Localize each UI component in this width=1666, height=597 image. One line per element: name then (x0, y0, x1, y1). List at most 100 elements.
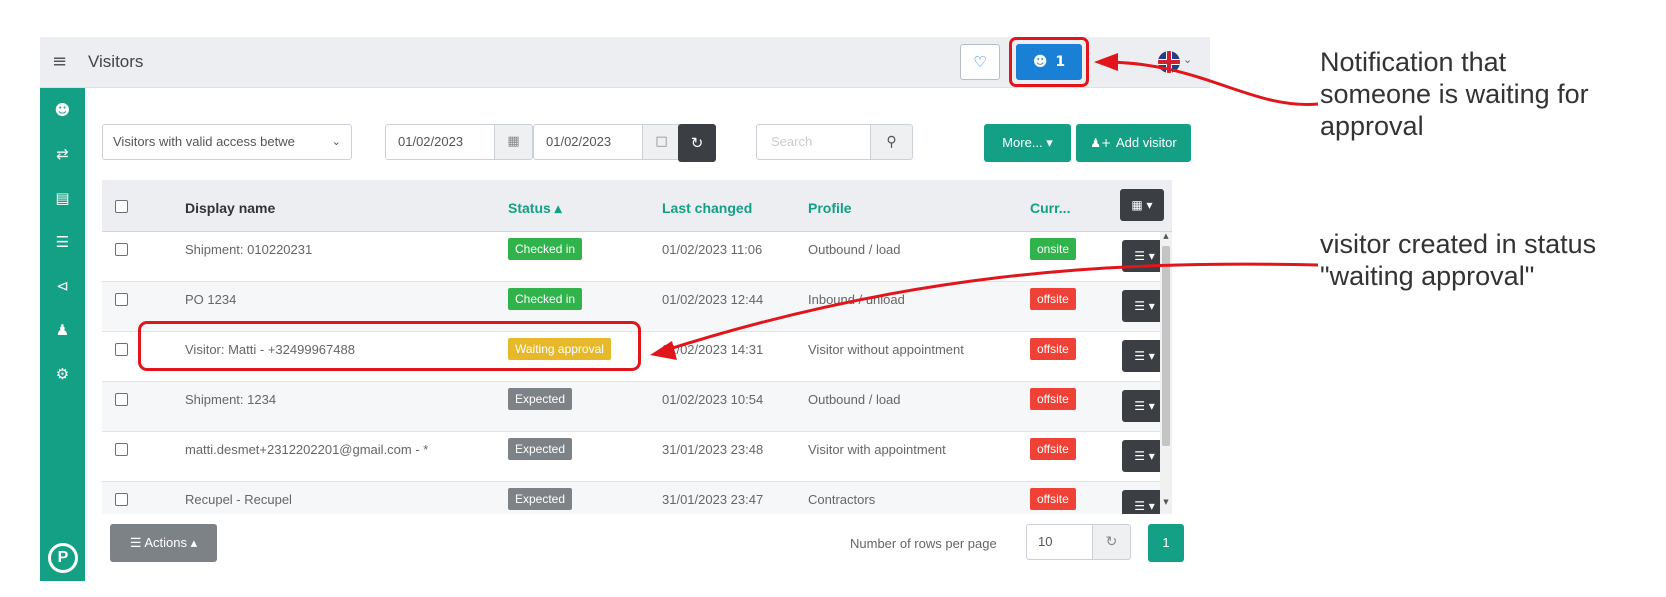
status-badge: Checked in (508, 238, 583, 260)
bell-icon: ♡ (973, 53, 987, 71)
refresh-icon: ↻ (690, 134, 704, 152)
rows-per-page-label: Number of rows per page (850, 536, 997, 551)
row-checkbox[interactable] (115, 493, 128, 506)
sidebar: ☻ ⇄ ▤ ☰ ⊲ ♟ ⚙ P (40, 88, 85, 581)
list-icon: ☰ ▾ (1134, 249, 1155, 263)
select-all-checkbox[interactable] (115, 200, 128, 213)
row-checkbox[interactable] (115, 243, 128, 256)
status-badge: Expected (508, 438, 573, 460)
chevron-down-icon[interactable]: ⌄ (1183, 53, 1192, 66)
gears-icon[interactable]: ⚙ (40, 352, 85, 396)
hamburger-icon[interactable]: ≡ (52, 51, 67, 72)
row-checkbox[interactable] (115, 443, 128, 456)
add-user-icon: ♟+ (1090, 136, 1112, 150)
annotation-line: visitor created in status (1320, 229, 1597, 259)
uk-flag-icon[interactable] (1158, 51, 1180, 73)
table-scrollbar[interactable]: ▲ ▼ (1160, 232, 1172, 514)
profile: Outbound / load (808, 242, 901, 257)
presence-badge: offsite (1030, 288, 1076, 310)
annotation-line: someone is waiting for (1320, 79, 1589, 109)
presence-badge: onsite (1030, 238, 1077, 260)
col-profile[interactable]: Profile (808, 200, 852, 216)
display-name[interactable]: Shipment: 1234 (185, 392, 276, 407)
last-changed: 01/02/2023 12:44 (662, 292, 764, 307)
col-last-changed[interactable]: Last changed (662, 200, 752, 216)
presence-badge: offsite (1030, 488, 1076, 510)
refresh-icon[interactable]: ↻ (1093, 524, 1131, 560)
display-name[interactable]: Shipment: 010220231 (185, 242, 312, 257)
row-checkbox[interactable] (115, 343, 128, 356)
notifications-button[interactable]: ♡ (960, 44, 1000, 80)
profile: Inbound / unload (808, 292, 905, 307)
status-badge: Expected (508, 488, 573, 510)
truck-icon[interactable]: ▤ (40, 176, 85, 220)
list-icon: ☰ ▾ (1134, 349, 1155, 363)
scroll-up-icon[interactable]: ▲ (1160, 232, 1172, 244)
exchange-icon[interactable]: ⇄ (40, 132, 85, 176)
actions-button[interactable]: ☰ Actions ▴ (110, 524, 217, 562)
col-display-name[interactable]: Display name (185, 200, 275, 216)
last-changed: 31/01/2023 23:47 (662, 492, 764, 507)
presence-badge: offsite (1030, 388, 1076, 410)
users-icon[interactable]: ☻ (40, 88, 85, 132)
last-changed: 01/02/2023 10:54 (662, 392, 764, 407)
scroll-thumb[interactable] (1162, 246, 1170, 446)
chevron-down-icon: ⌄ (331, 135, 341, 148)
status-annotation: visitor created in status "waiting appro… (1320, 228, 1596, 292)
share-icon[interactable]: ⊲ (40, 264, 85, 308)
annotation-line: approval (1320, 111, 1424, 141)
calendar-icon[interactable]: □ (643, 124, 681, 160)
page-title: Visitors (88, 52, 144, 71)
notification-highlight (1009, 37, 1089, 87)
rows-per-page-input[interactable]: 10 (1026, 524, 1093, 560)
presence-badge: offsite (1030, 338, 1076, 360)
row-checkbox[interactable] (115, 393, 128, 406)
list-icon: ☰ ▾ (1134, 299, 1155, 313)
list-icon: ☰ (129, 535, 142, 550)
more-button[interactable]: More... ▾ (984, 124, 1071, 162)
status-badge: Expected (508, 388, 573, 410)
col-status[interactable]: Status ▴ (508, 200, 562, 217)
table-header: Display name Status ▴ Last changed Profi… (102, 180, 1172, 232)
waiting-approval-highlight (138, 321, 641, 371)
user-lock-icon[interactable]: ♟ (40, 308, 85, 352)
profile: Visitor without appointment (808, 342, 964, 357)
date-from-input[interactable]: 01/02/2023 (385, 124, 495, 160)
calendar-icon[interactable]: ▦ (495, 124, 533, 160)
brand-logo[interactable]: P (48, 543, 78, 573)
table-body: Shipment: 010220231 Checked in 01/02/202… (102, 232, 1172, 514)
table-row[interactable]: Shipment: 1234 Expected 01/02/2023 10:54… (102, 382, 1172, 432)
search-icon: ⚲ (886, 134, 897, 150)
list-icon: ☰ ▾ (1134, 499, 1155, 513)
list-icon[interactable]: ☰ (40, 220, 85, 264)
page-button[interactable]: 1 (1148, 524, 1184, 562)
table-footer (102, 514, 1172, 579)
status-badge: Checked in (508, 288, 583, 310)
table-row[interactable]: matti.desmet+2312202201@gmail.com - * Ex… (102, 432, 1172, 482)
col-current[interactable]: Curr... (1030, 200, 1070, 216)
access-filter-select[interactable]: Visitors with valid access betwe ⌄ (102, 124, 352, 160)
profile: Outbound / load (808, 392, 901, 407)
list-icon: ☰ ▾ (1134, 399, 1155, 413)
table-row[interactable]: Shipment: 010220231 Checked in 01/02/202… (102, 232, 1172, 282)
scroll-down-icon[interactable]: ▼ (1160, 498, 1172, 510)
columns-icon: ▦ ▾ (1131, 198, 1153, 212)
table-row[interactable]: Recupel - Recupel Expected 31/01/2023 23… (102, 482, 1172, 514)
refresh-button[interactable]: ↻ (678, 124, 716, 162)
display-name[interactable]: Recupel - Recupel (185, 492, 292, 507)
list-icon: ☰ ▾ (1134, 449, 1155, 463)
add-visitor-button[interactable]: ♟+ Add visitor (1076, 124, 1191, 162)
search-input[interactable]: Search (756, 124, 871, 160)
last-changed: 31/01/2023 23:48 (662, 442, 764, 457)
annotation-line: Notification that (1320, 47, 1507, 77)
date-to-input[interactable]: 01/02/2023 (533, 124, 643, 160)
search-button[interactable]: ⚲ (871, 124, 913, 160)
actions-label: Actions ▴ (144, 535, 198, 550)
add-visitor-label: Add visitor (1116, 135, 1177, 150)
display-name[interactable]: matti.desmet+2312202201@gmail.com - * (185, 442, 428, 457)
column-toggle-button[interactable]: ▦ ▾ (1120, 189, 1164, 221)
profile: Visitor with appointment (808, 442, 946, 457)
row-checkbox[interactable] (115, 293, 128, 306)
display-name[interactable]: PO 1234 (185, 292, 236, 307)
presence-badge: offsite (1030, 438, 1076, 460)
